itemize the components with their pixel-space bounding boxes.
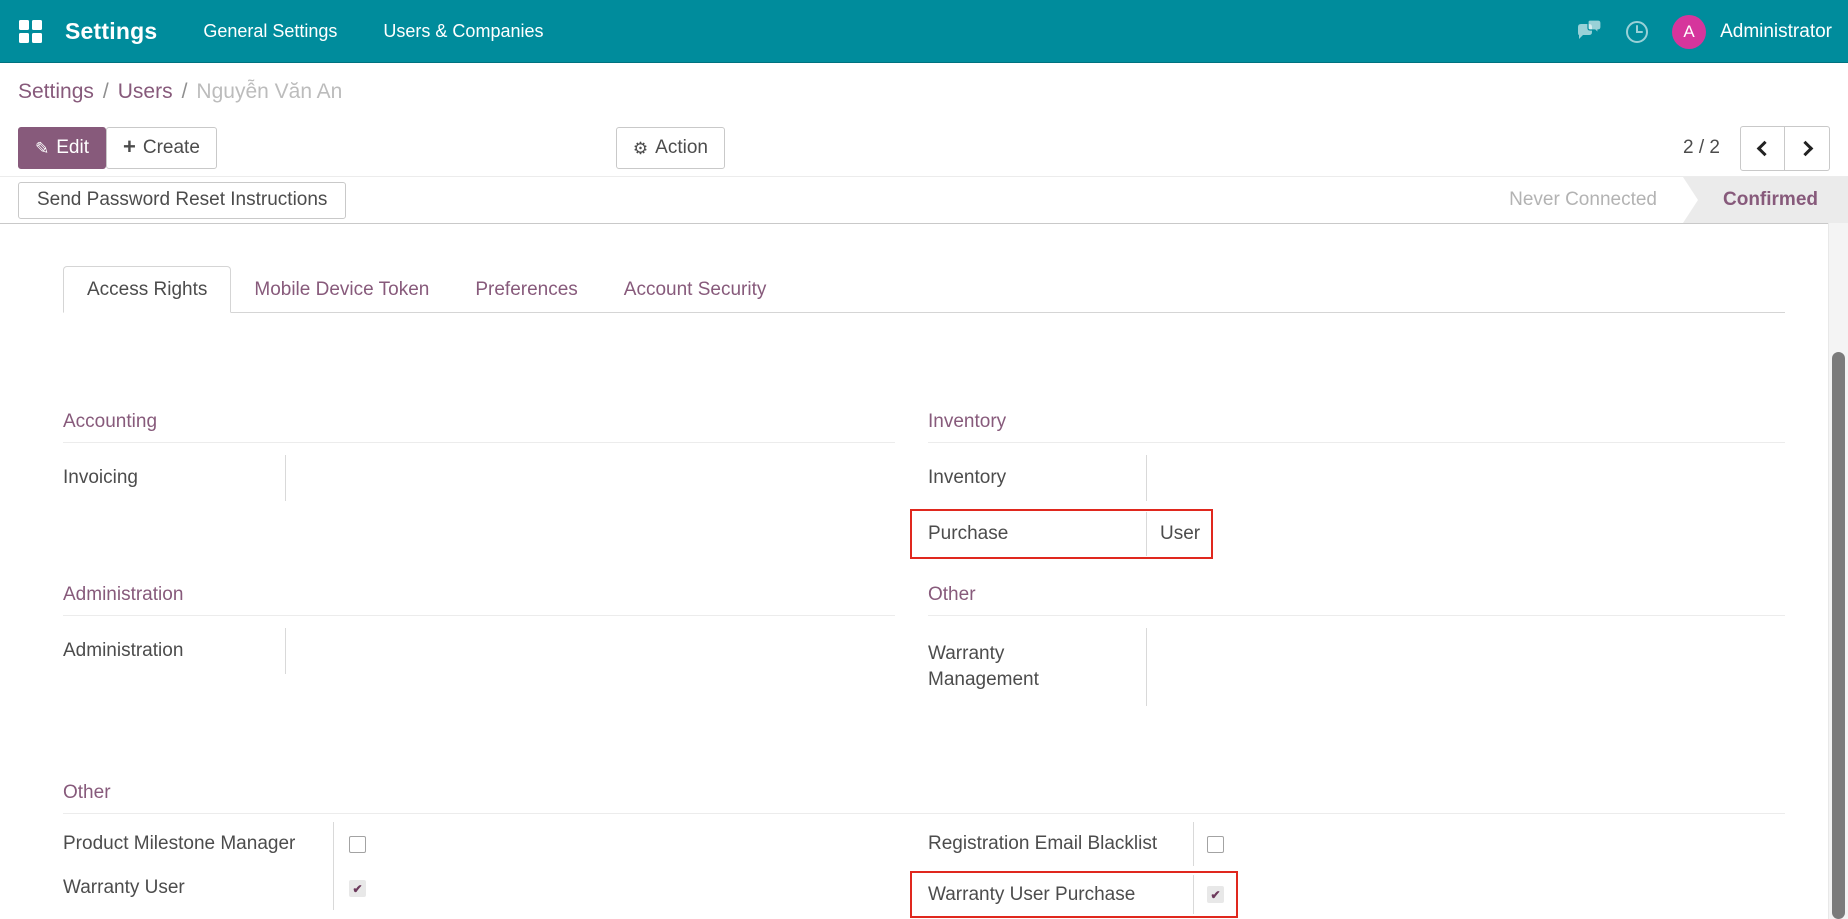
pencil-icon: ✎	[35, 140, 49, 157]
tab-preferences[interactable]: Preferences	[452, 266, 600, 313]
field-label-product-milestone-manager: Product Milestone Manager	[63, 822, 334, 866]
field-administration: Administration	[63, 628, 895, 674]
breadcrumb-settings[interactable]: Settings	[18, 80, 94, 104]
breadcrumb-separator: /	[182, 80, 188, 104]
breadcrumb-current-record: Nguyễn Văn An	[196, 80, 342, 104]
avatar[interactable]: A	[1672, 15, 1706, 49]
menu-users-companies[interactable]: Users & Companies	[383, 21, 543, 42]
breadcrumb-users[interactable]: Users	[118, 80, 173, 104]
edit-button[interactable]: ✎ Edit	[18, 127, 106, 169]
pager: 2 / 2	[1683, 126, 1830, 171]
navbar-right: A Administrator	[1576, 15, 1832, 49]
chevron-left-icon	[1757, 140, 1773, 156]
statusbar: Send Password Reset Instructions Never C…	[0, 176, 1848, 224]
gear-icon: ⚙	[633, 140, 648, 157]
highlight-box-purchase: Purchase User	[910, 509, 1213, 559]
field-label-warranty-management: Warranty Management	[928, 628, 1147, 706]
top-navbar: Settings General Settings Users & Compan…	[0, 0, 1848, 63]
pager-counter: 2 / 2	[1683, 137, 1720, 159]
plus-icon: +	[123, 136, 136, 158]
group-accounting: Accounting Invoicing	[63, 411, 895, 559]
field-warranty-user: Warranty User ✔	[63, 866, 895, 910]
tab-account-security[interactable]: Account Security	[601, 266, 790, 313]
control-panel: ✎ Edit + Create ⚙ Action 2 / 2	[0, 120, 1848, 176]
group-other-bottom: Other Product Milestone Manager Warranty…	[63, 782, 1785, 918]
field-label-purchase: Purchase	[928, 512, 1147, 556]
checkbox-grid: Product Milestone Manager Warranty User …	[63, 822, 1785, 918]
field-warranty-management: Warranty Management	[928, 628, 1785, 706]
create-button-label: Create	[143, 137, 200, 159]
field-purchase: Purchase User	[928, 512, 1211, 556]
notebook-tabs: Access Rights Mobile Device Token Prefer…	[63, 266, 1785, 313]
pager-next-button[interactable]	[1785, 126, 1830, 171]
group-title-administration: Administration	[63, 584, 895, 616]
vertical-scrollbar[interactable]	[1828, 223, 1848, 919]
checkbox-product-milestone-manager[interactable]	[349, 836, 366, 853]
breadcrumb: Settings / Users / Nguyễn Văn An	[0, 63, 1848, 120]
field-warranty-user-purchase: Warranty User Purchase ✔	[928, 875, 1236, 914]
field-label-inventory: Inventory	[928, 455, 1147, 501]
apps-grid-icon[interactable]	[18, 19, 43, 44]
checkbox-column-left: Product Milestone Manager Warranty User …	[63, 822, 895, 918]
group-administration: Administration Administration	[63, 584, 895, 706]
group-title-inventory: Inventory	[928, 411, 1785, 443]
group-title-accounting: Accounting	[63, 411, 895, 443]
send-password-reset-button[interactable]: Send Password Reset Instructions	[18, 182, 346, 219]
field-inventory: Inventory	[928, 455, 1785, 501]
group-title-other-bottom: Other	[63, 782, 1785, 814]
tab-access-rights[interactable]: Access Rights	[63, 266, 231, 313]
field-label-administration: Administration	[63, 628, 286, 674]
field-label-warranty-user-purchase: Warranty User Purchase	[928, 875, 1194, 914]
field-value-purchase: User	[1147, 523, 1200, 545]
group-row-2: Administration Administration Other Warr…	[63, 584, 1785, 706]
checkbox-warranty-user[interactable]: ✔	[349, 880, 366, 897]
checkbox-registration-email-blacklist[interactable]	[1207, 836, 1224, 853]
clock-icon[interactable]	[1624, 19, 1650, 45]
statusbar-buttons: Send Password Reset Instructions	[0, 177, 346, 223]
field-label-registration-email-blacklist: Registration Email Blacklist	[928, 822, 1194, 866]
highlight-box-warranty-user-purchase: Warranty User Purchase ✔	[910, 871, 1238, 918]
checkbox-column-right: Registration Email Blacklist Warranty Us…	[928, 822, 1785, 918]
status-widget: Never Connected Confirmed	[1483, 177, 1848, 223]
pager-previous-button[interactable]	[1740, 126, 1785, 171]
scrollbar-thumb[interactable]	[1832, 352, 1845, 919]
action-button-label: Action	[655, 137, 708, 159]
group-title-other: Other	[928, 584, 1785, 616]
form-sheet: Access Rights Mobile Device Token Prefer…	[0, 266, 1848, 918]
field-registration-email-blacklist: Registration Email Blacklist	[928, 822, 1785, 866]
chevron-right-icon	[1797, 140, 1813, 156]
chat-icon[interactable]	[1576, 19, 1602, 45]
app-title[interactable]: Settings	[65, 18, 157, 45]
edit-button-label: Edit	[56, 137, 89, 159]
status-never-connected[interactable]: Never Connected	[1483, 177, 1683, 223]
group-inventory: Inventory Inventory Purchase User	[928, 411, 1785, 559]
group-other-right: Other Warranty Management	[928, 584, 1785, 706]
group-row-1: Accounting Invoicing Inventory Inventory…	[63, 411, 1785, 559]
field-label-invoicing: Invoicing	[63, 455, 286, 501]
pager-buttons	[1740, 126, 1830, 171]
create-button[interactable]: + Create	[106, 127, 217, 169]
action-button[interactable]: ⚙ Action	[616, 127, 725, 169]
tab-mobile-device-token[interactable]: Mobile Device Token	[231, 266, 452, 313]
checkbox-warranty-user-purchase[interactable]: ✔	[1207, 886, 1224, 903]
menu-general-settings[interactable]: General Settings	[203, 21, 337, 42]
field-invoicing: Invoicing	[63, 455, 895, 501]
field-product-milestone-manager: Product Milestone Manager	[63, 822, 895, 866]
user-name[interactable]: Administrator	[1720, 21, 1832, 43]
avatar-initial: A	[1683, 22, 1694, 42]
breadcrumb-separator: /	[103, 80, 109, 104]
status-confirmed[interactable]: Confirmed	[1683, 177, 1848, 223]
field-label-warranty-user: Warranty User	[63, 866, 334, 910]
